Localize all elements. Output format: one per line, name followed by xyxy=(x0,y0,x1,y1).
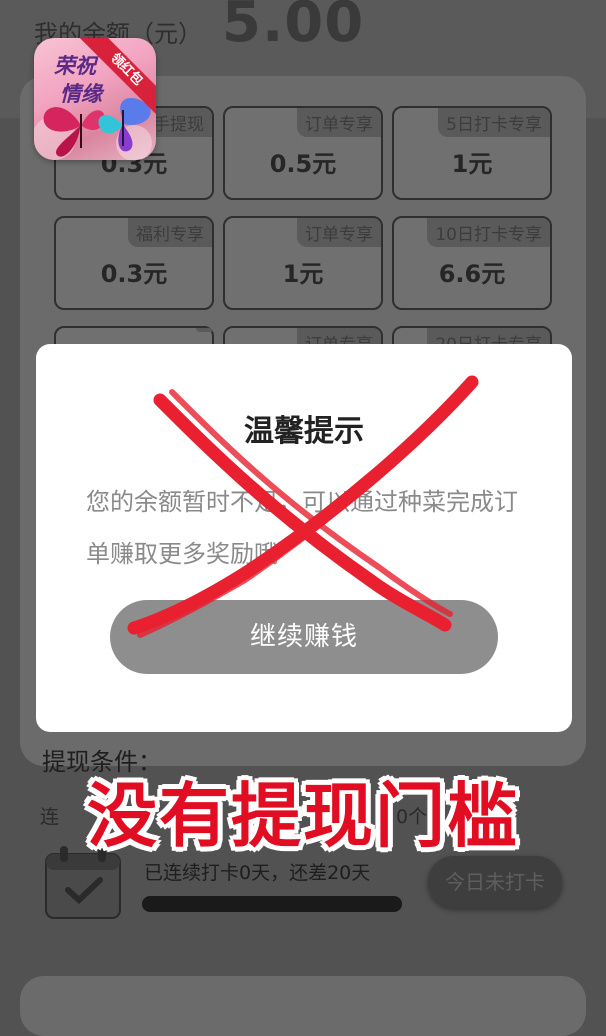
card-tag xyxy=(196,328,212,332)
reward-card[interactable]: 订单专享 0.5元 xyxy=(223,106,383,200)
video-caption: 没有提现门槛 xyxy=(87,775,519,857)
card-amount: 1元 xyxy=(451,150,493,178)
card-tag: 订单专享 xyxy=(297,218,381,247)
red-cross-mark xyxy=(120,370,500,644)
card-amount: 1元 xyxy=(282,260,324,288)
card-tag: 10日打卡专享 xyxy=(427,218,550,247)
card-tag: 5日打卡专享 xyxy=(438,108,550,137)
card-amount: 6.6元 xyxy=(438,260,506,288)
reward-card[interactable]: 5日打卡专享 1元 xyxy=(392,106,552,200)
card-tag: 福利专享 xyxy=(128,218,212,247)
card-tag: 订单专享 xyxy=(297,108,381,137)
card-amount: 0.5元 xyxy=(269,150,337,178)
reward-card[interactable]: 福利专享 0.3元 xyxy=(54,216,214,310)
logo-title-line1: 荣祝 xyxy=(54,53,96,78)
checkin-button[interactable]: 今日未打卡 xyxy=(428,856,562,908)
checkin-status: 已连续打卡0天，还差20天 xyxy=(144,862,371,884)
app-logo: 荣祝 情缘 领红包 xyxy=(34,38,156,160)
reward-card[interactable]: 10日打卡专享 6.6元 xyxy=(392,216,552,310)
bottom-panel xyxy=(20,976,586,1036)
reward-card[interactable]: 订单专享 1元 xyxy=(223,216,383,310)
logo-title-line2: 情缘 xyxy=(60,81,102,106)
card-amount: 0.3元 xyxy=(100,260,168,288)
balance-value: 5.00 xyxy=(222,0,365,55)
checkin-progress-bar xyxy=(142,896,402,912)
